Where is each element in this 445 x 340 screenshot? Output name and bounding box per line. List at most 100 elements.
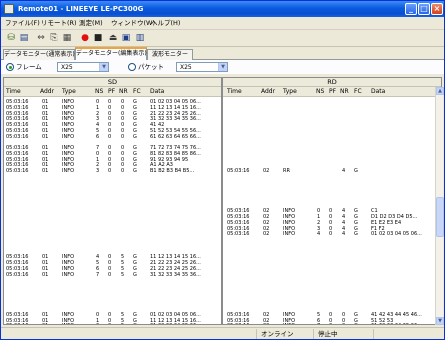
menu-measure[interactable]: 測定(M) (79, 18, 103, 29)
table-cell: 05:03:16 (6, 133, 29, 140)
filter-icon[interactable]: ⏏ (107, 33, 119, 44)
table-row[interactable]: 05:03:16 01 INFO 2 0 5 G 21 22 23 24 25 26... (4, 323, 221, 324)
app-icon[interactable]: ⛁ (5, 33, 17, 44)
table-row[interactable]: 05:03:16 01 INFO 7 0 5 G 31 32 33 34 35 36... (4, 272, 221, 278)
table-row[interactable]: 05:03:16 01 INFO 6 0 0 G 61 62 63 64 65 66... (4, 134, 221, 140)
record-icon[interactable]: ● (79, 33, 91, 44)
column-header[interactable]: NR (340, 87, 349, 97)
frame-radio[interactable] (6, 63, 14, 71)
close-button[interactable]: × (431, 3, 443, 15)
tab-monitor-edit[interactable]: データモニター(編集表示) (75, 47, 147, 60)
menu-remote[interactable]: リモート(R) (41, 18, 77, 29)
table-cell: 05:03:16 (6, 271, 29, 278)
table-row[interactable]: 05:03:16 02 INFO 7 0 0 G 61 62 63 64 65 66... (223, 323, 441, 324)
menu-help[interactable]: ヘルプ(H) (151, 18, 180, 29)
table-cell: 4 (342, 231, 346, 238)
table-cell: G (133, 271, 137, 278)
column-header[interactable]: Time (6, 87, 21, 97)
table-cell: 0 (342, 323, 345, 324)
table-cell: 61 62 63 64 65 66... (150, 133, 201, 140)
status-online: オンライン (256, 329, 313, 339)
table-cell: 0 (108, 133, 112, 140)
chart-icon[interactable]: ▥ (134, 33, 146, 44)
minimize-button[interactable]: _ (405, 3, 417, 15)
sd-group-header: SD (4, 78, 221, 87)
table-cell: 5 (121, 323, 124, 324)
frame-select[interactable]: X25 ▼ (57, 62, 109, 72)
table-cell: 6 (96, 133, 100, 140)
column-header[interactable]: NR (119, 87, 128, 97)
rd-group-header: RD (223, 78, 441, 87)
column-header[interactable]: Addr (40, 87, 54, 97)
scroll-up-icon[interactable]: ▲ (436, 87, 444, 95)
status-state: 停止中 (313, 329, 373, 339)
table-cell: G (133, 133, 137, 140)
app-icon (4, 4, 14, 14)
table-cell: G (133, 323, 137, 324)
packet-select[interactable]: X25 ▼ (176, 62, 228, 72)
menu-file[interactable]: ファイル(F) (5, 18, 40, 29)
packet-radio[interactable] (128, 63, 136, 71)
table-cell: 02 (263, 168, 270, 174)
table-cell: 4 (342, 168, 346, 174)
column-header[interactable]: FC (133, 87, 141, 97)
table-cell: 4 (317, 231, 321, 238)
title-bar[interactable]: Remote01 - LINEEYE LE-PC300G _ □ × (1, 1, 444, 17)
scroll-down-icon[interactable]: ▼ (436, 317, 444, 325)
table-cell: 05:03:16 (227, 231, 250, 238)
packet-label: パケット (138, 63, 164, 71)
column-header[interactable]: Addr (261, 87, 275, 97)
table-row[interactable]: 05:03:16 02 RR 4 G (223, 168, 441, 174)
vertical-scrollbar[interactable]: ▲ ▼ (435, 87, 444, 325)
table-cell: 05:03:16 (6, 323, 28, 324)
filter-row: フレーム X25 ▼ パケット X25 ▼ (1, 60, 444, 74)
save-icon[interactable]: ▤ (18, 33, 30, 44)
tab-monitor-normal[interactable]: データモニター(通常表示) (3, 49, 75, 60)
maximize-button[interactable]: □ (418, 3, 430, 15)
chevron-down-icon[interactable]: ▼ (99, 63, 108, 71)
table-cell: INFO (62, 168, 75, 174)
table-cell: 01 02 03 04 05 06... (371, 231, 422, 238)
table-cell: G (354, 323, 358, 324)
column-header[interactable]: PF (329, 87, 336, 97)
table-cell: 01 (42, 168, 49, 174)
paste-icon[interactable]: ▦ (61, 33, 73, 44)
table-row[interactable]: 05:03:16 01 INFO 3 0 0 G B1 B2 B3 B4 B5... (4, 168, 221, 174)
tab-bar: データモニター(通常表示) データモニター(編集表示) 波形モニター (1, 47, 444, 60)
status-message (1, 329, 256, 339)
copy-icon[interactable]: ⎘ (48, 33, 60, 44)
table-cell: 7 (317, 323, 320, 324)
column-header[interactable]: Type (283, 87, 297, 97)
scroll-thumb[interactable] (436, 197, 444, 237)
tab-waveform[interactable]: 波形モニター (147, 49, 193, 60)
column-header[interactable]: FC (354, 87, 362, 97)
table-cell: 7 (96, 271, 100, 278)
table-cell: 01 (42, 133, 49, 140)
column-header[interactable]: Data (371, 87, 385, 97)
table-cell: INFO (283, 231, 296, 238)
toolbar: ⛁ ▤ ⇔ ⎘ ▦ ● ■ ⏏ ▣ ▥ (1, 30, 444, 47)
table-cell: 0 (329, 231, 333, 238)
table-cell: 02 (263, 231, 270, 238)
rd-column-header: Time Addr Type NS PF NR FC Data (223, 87, 441, 97)
table-cell: 5 (121, 271, 125, 278)
column-header[interactable]: Data (150, 87, 164, 97)
sd-pane[interactable]: SD Time Addr Type NS PF NR FC Data 05:03… (3, 77, 222, 325)
table-cell: INFO (62, 133, 75, 140)
stop-icon[interactable]: ■ (92, 33, 104, 44)
column-header[interactable]: NS (95, 87, 103, 97)
rd-pane[interactable]: RD Time Addr Type NS PF NR FC Data 05:03… (222, 77, 442, 325)
connect-icon[interactable]: ⇔ (35, 33, 47, 44)
column-header[interactable]: Type (62, 87, 76, 97)
menu-window[interactable]: ウィンドウ(W) (111, 18, 155, 29)
column-header[interactable]: NS (316, 87, 324, 97)
window-icon[interactable]: ▣ (120, 33, 132, 44)
chevron-down-icon[interactable]: ▼ (218, 63, 227, 71)
column-header[interactable]: Time (227, 87, 242, 97)
table-cell: 0 (108, 323, 111, 324)
column-header[interactable]: PF (108, 87, 115, 97)
table-cell: 0 (108, 271, 112, 278)
menu-bar: ファイル(F) リモート(R) 測定(M) ウィンドウ(W) ヘルプ(H) (1, 17, 444, 30)
table-row[interactable]: 05:03:16 02 INFO 4 0 4 G 01 02 03 04 05 06... (223, 231, 441, 237)
table-cell: G (354, 168, 358, 174)
